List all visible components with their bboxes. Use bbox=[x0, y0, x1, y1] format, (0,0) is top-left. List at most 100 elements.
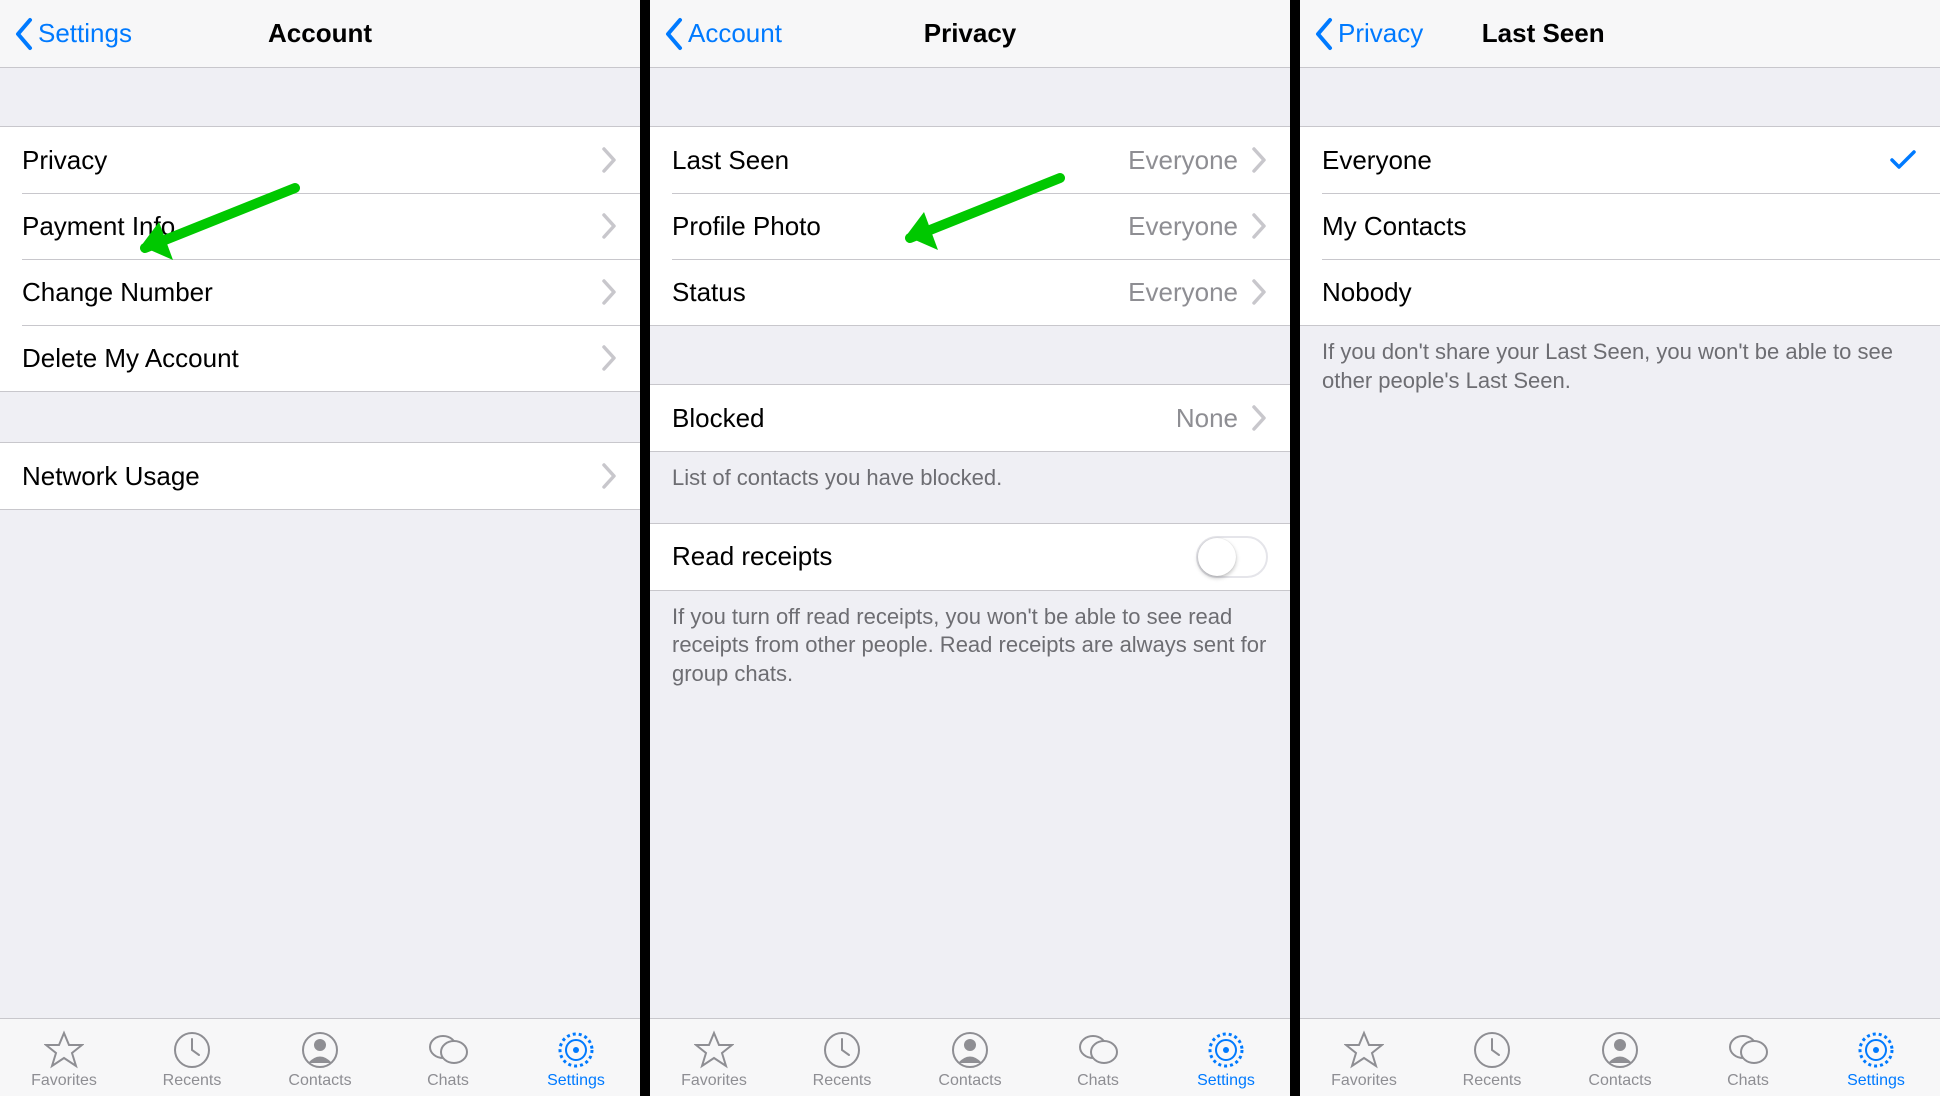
content: Everyone My Contacts Nobody If you don't… bbox=[1300, 68, 1940, 1018]
group-main: Privacy Payment Info Change Number Delet… bbox=[0, 126, 640, 392]
spacer bbox=[0, 68, 640, 126]
spacer bbox=[1300, 68, 1940, 126]
group-network: Network Usage bbox=[0, 442, 640, 510]
chevron-left-icon bbox=[660, 16, 686, 52]
tab-label: Contacts bbox=[938, 1072, 1001, 1090]
screen-divider bbox=[1290, 0, 1300, 1096]
back-label: Account bbox=[688, 18, 782, 49]
row-status[interactable]: Status Everyone bbox=[650, 259, 1290, 325]
footer-blocked: List of contacts you have blocked. bbox=[650, 452, 1290, 505]
row-privacy[interactable]: Privacy bbox=[0, 127, 640, 193]
footer-last-seen: If you don't share your Last Seen, you w… bbox=[1300, 326, 1940, 407]
tab-label: Settings bbox=[1197, 1072, 1255, 1090]
row-label: Network Usage bbox=[22, 461, 200, 492]
chevron-right-icon bbox=[598, 279, 618, 305]
tab-contacts[interactable]: Contacts bbox=[256, 1030, 384, 1090]
navbar: Privacy Last Seen bbox=[1300, 0, 1940, 68]
tab-label: Favorites bbox=[681, 1072, 747, 1090]
option-everyone[interactable]: Everyone bbox=[1300, 127, 1940, 193]
group-read-receipts: Read receipts bbox=[650, 523, 1290, 591]
read-receipts-switch[interactable] bbox=[1196, 536, 1268, 578]
row-label: Everyone bbox=[1322, 145, 1432, 176]
group-options: Everyone My Contacts Nobody bbox=[1300, 126, 1940, 326]
row-read-receipts[interactable]: Read receipts bbox=[650, 524, 1290, 590]
row-value: Everyone bbox=[1128, 145, 1238, 176]
tab-recents[interactable]: Recents bbox=[1428, 1030, 1556, 1090]
chevron-right-icon bbox=[1248, 405, 1268, 431]
tab-favorites[interactable]: Favorites bbox=[650, 1030, 778, 1090]
tab-label: Contacts bbox=[1588, 1072, 1651, 1090]
screen-divider bbox=[640, 0, 650, 1096]
back-label: Settings bbox=[38, 18, 132, 49]
row-label: Status bbox=[672, 277, 746, 308]
row-value: None bbox=[1176, 403, 1238, 434]
back-button[interactable]: Account bbox=[660, 16, 782, 52]
chevron-right-icon bbox=[1248, 213, 1268, 239]
tab-contacts[interactable]: Contacts bbox=[1556, 1030, 1684, 1090]
back-button[interactable]: Privacy bbox=[1310, 16, 1423, 52]
checkmark-icon bbox=[1890, 148, 1918, 172]
spacer bbox=[0, 392, 640, 442]
row-label: Payment Info bbox=[22, 211, 175, 242]
tab-favorites[interactable]: Favorites bbox=[1300, 1030, 1428, 1090]
row-last-seen[interactable]: Last Seen Everyone bbox=[650, 127, 1290, 193]
tab-chats[interactable]: Chats bbox=[384, 1030, 512, 1090]
row-profile-photo[interactable]: Profile Photo Everyone bbox=[650, 193, 1290, 259]
option-my-contacts[interactable]: My Contacts bbox=[1300, 193, 1940, 259]
tab-settings[interactable]: Settings bbox=[1162, 1030, 1290, 1090]
chevron-right-icon bbox=[598, 463, 618, 489]
screen-account: Settings Account Privacy Payment Info Ch… bbox=[0, 0, 640, 1096]
tab-favorites[interactable]: Favorites bbox=[0, 1030, 128, 1090]
annotation-arrow-settings-tab bbox=[390, 893, 590, 1018]
row-label: Blocked bbox=[672, 403, 765, 434]
navbar: Account Privacy bbox=[650, 0, 1290, 68]
tab-settings[interactable]: Settings bbox=[1812, 1030, 1940, 1090]
row-network-usage[interactable]: Network Usage bbox=[0, 443, 640, 509]
option-nobody[interactable]: Nobody bbox=[1300, 259, 1940, 325]
tab-bar: Favorites Recents Contacts Chats Setting… bbox=[650, 1018, 1290, 1096]
tab-chats[interactable]: Chats bbox=[1684, 1030, 1812, 1090]
row-payment-info[interactable]: Payment Info bbox=[0, 193, 640, 259]
page-title: Last Seen bbox=[1482, 18, 1605, 49]
page-title: Privacy bbox=[924, 18, 1017, 49]
tab-settings[interactable]: Settings bbox=[512, 1030, 640, 1090]
tab-label: Recents bbox=[813, 1072, 872, 1090]
tab-label: Chats bbox=[1077, 1072, 1119, 1090]
row-label: Privacy bbox=[22, 145, 107, 176]
tab-label: Contacts bbox=[288, 1072, 351, 1090]
screen-last-seen: Privacy Last Seen Everyone My Contacts N… bbox=[1300, 0, 1940, 1096]
tab-chats[interactable]: Chats bbox=[1034, 1030, 1162, 1090]
spacer bbox=[650, 505, 1290, 523]
tab-recents[interactable]: Recents bbox=[778, 1030, 906, 1090]
screen-privacy: Account Privacy Last Seen Everyone Profi… bbox=[650, 0, 1290, 1096]
tab-label: Recents bbox=[1463, 1072, 1522, 1090]
spacer bbox=[650, 68, 1290, 126]
row-value: Everyone bbox=[1128, 277, 1238, 308]
chevron-right-icon bbox=[598, 147, 618, 173]
tab-bar: Favorites Recents Contacts Chats Setting… bbox=[1300, 1018, 1940, 1096]
tab-label: Chats bbox=[1727, 1072, 1769, 1090]
chevron-left-icon bbox=[10, 16, 36, 52]
chevron-right-icon bbox=[1248, 147, 1268, 173]
tab-label: Chats bbox=[427, 1072, 469, 1090]
tab-label: Settings bbox=[547, 1072, 605, 1090]
row-blocked[interactable]: Blocked None bbox=[650, 385, 1290, 451]
row-label: Delete My Account bbox=[22, 343, 239, 374]
row-value: Everyone bbox=[1128, 211, 1238, 242]
chevron-right-icon bbox=[1248, 279, 1268, 305]
row-label: Profile Photo bbox=[672, 211, 821, 242]
tab-bar: Favorites Recents Contacts Chats Setting… bbox=[0, 1018, 640, 1096]
spacer bbox=[650, 326, 1290, 384]
tab-label: Favorites bbox=[1331, 1072, 1397, 1090]
row-delete-account[interactable]: Delete My Account bbox=[0, 325, 640, 391]
back-button[interactable]: Settings bbox=[10, 16, 132, 52]
row-label: Last Seen bbox=[672, 145, 789, 176]
chevron-left-icon bbox=[1310, 16, 1336, 52]
tab-label: Favorites bbox=[31, 1072, 97, 1090]
tab-label: Settings bbox=[1847, 1072, 1905, 1090]
group-blocked: Blocked None bbox=[650, 384, 1290, 452]
row-change-number[interactable]: Change Number bbox=[0, 259, 640, 325]
chevron-right-icon bbox=[598, 213, 618, 239]
tab-contacts[interactable]: Contacts bbox=[906, 1030, 1034, 1090]
tab-recents[interactable]: Recents bbox=[128, 1030, 256, 1090]
